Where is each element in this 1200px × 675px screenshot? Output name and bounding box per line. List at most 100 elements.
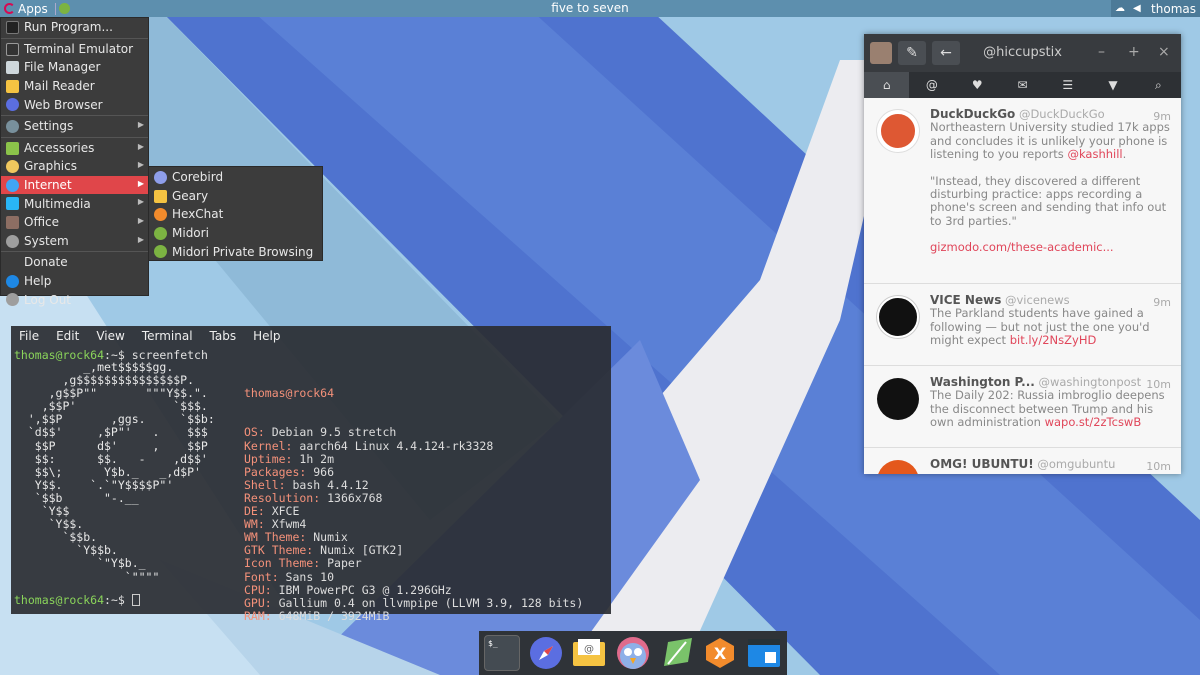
panel-separator <box>54 2 56 15</box>
back-button[interactable]: ← <box>932 41 960 65</box>
dock-browser-icon[interactable] <box>528 635 564 671</box>
menu-item-midori-private[interactable]: Midori Private Browsing <box>149 242 322 261</box>
maximize-icon[interactable]: + <box>1128 44 1140 60</box>
menu-item-graphics[interactable]: Graphics ▶ <box>1 157 148 176</box>
midori-launcher-icon[interactable] <box>58 3 70 14</box>
hexchat-icon <box>154 208 167 222</box>
tweet-link[interactable]: bit.ly/2NsZyHD <box>1010 333 1097 347</box>
compose-button[interactable]: ✎ <box>898 41 926 65</box>
tab-home[interactable]: ⌂ <box>864 72 910 98</box>
list-icon: ☰ <box>1062 78 1074 92</box>
corebird-window: ✎ ← @hiccupstix – + × ⌂ @ ♥ ✉ ☰ ▼ ⌕ Duck… <box>864 34 1181 474</box>
terminal-menu-terminal[interactable]: Terminal <box>142 329 193 343</box>
terminal-window[interactable]: File Edit View Terminal Tabs Help thomas… <box>11 326 611 622</box>
dock-hexchat-icon[interactable]: X <box>703 635 739 671</box>
tweet-link[interactable]: gizmodo.com/these-academic... <box>930 240 1114 254</box>
messages-icon: ✉ <box>1017 78 1028 92</box>
mention-link[interactable]: @kashhill <box>1067 147 1122 161</box>
system-tray: ☁ ◀ thomas <box>1111 0 1200 17</box>
debian-icon <box>4 3 15 14</box>
logout-icon <box>6 293 19 307</box>
tab-messages[interactable]: ✉ <box>1000 72 1045 98</box>
pencil-icon: ✎ <box>906 45 918 61</box>
browser-icon <box>6 98 19 112</box>
close-icon[interactable]: × <box>1158 44 1170 60</box>
dock-corebird-icon[interactable] <box>615 635 651 671</box>
tweet-washingtonpost[interactable]: Washington P... @washingtonpost 10m The … <box>864 366 1181 448</box>
corebird-tabs: ⌂ @ ♥ ✉ ☰ ▼ ⌕ <box>864 72 1181 98</box>
tab-lists[interactable]: ☰ <box>1045 72 1090 98</box>
omgubuntu-avatar[interactable] <box>877 460 919 474</box>
internet-submenu: Corebird Geary HexChat Midori Midori Pri… <box>148 166 323 261</box>
dock-terminal-icon[interactable]: $_ <box>484 635 520 671</box>
vice-news-avatar[interactable] <box>877 296 919 338</box>
washington-post-avatar[interactable] <box>877 378 919 420</box>
menu-item-accessories[interactable]: Accessories ▶ <box>1 139 148 158</box>
dock-notes-icon[interactable] <box>659 635 695 671</box>
tweet-duckduckgo[interactable]: DuckDuckGo @DuckDuckGo 9m Northeastern U… <box>864 98 1181 284</box>
terminal-menubar: File Edit View Terminal Tabs Help <box>11 326 611 347</box>
corebird-icon <box>154 171 167 184</box>
heart-icon: ♥ <box>971 78 983 92</box>
menu-item-help[interactable]: Help <box>1 272 148 291</box>
tab-favorites[interactable]: ♥ <box>955 72 1000 98</box>
tweet-vicenews[interactable]: VICE News @vicenews 9m The Parkland stud… <box>864 284 1181 366</box>
menu-item-donate[interactable]: Donate <box>1 253 148 272</box>
info-row: RAM: 648MiB / 3924MiB <box>244 608 390 623</box>
filter-icon: ▼ <box>1108 78 1118 92</box>
network-icon[interactable]: ☁ <box>1115 3 1129 14</box>
folder-icon <box>6 61 19 75</box>
geary-icon <box>154 189 167 203</box>
menu-item-corebird[interactable]: Corebird <box>149 168 322 187</box>
tab-search[interactable]: ⌕ <box>1136 72 1181 98</box>
apps-menu-button[interactable]: Apps <box>0 0 52 17</box>
menu-item-multimedia[interactable]: Multimedia ▶ <box>1 194 148 213</box>
top-panel: Apps five to seven ☁ ◀ thomas <box>0 0 1200 17</box>
menu-item-log-out[interactable]: Log Out <box>1 290 148 309</box>
terminal-menu-view[interactable]: View <box>96 329 124 343</box>
duckduckgo-avatar[interactable] <box>877 110 919 152</box>
minimize-icon[interactable]: – <box>1098 44 1105 60</box>
dock-window-icon[interactable] <box>746 635 782 671</box>
info-host: thomas@rock64 <box>244 386 335 401</box>
menu-item-run-program[interactable]: Run Program... <box>1 18 148 37</box>
office-icon <box>6 215 19 229</box>
search-icon: ⌕ <box>1154 77 1162 92</box>
menu-item-terminal[interactable]: Terminal Emulator <box>1 40 148 59</box>
menu-item-office[interactable]: Office ▶ <box>1 213 148 232</box>
menu-item-midori[interactable]: Midori <box>149 224 322 243</box>
tab-filters[interactable]: ▼ <box>1090 72 1135 98</box>
settings-icon <box>6 119 19 133</box>
menu-item-hexchat[interactable]: HexChat <box>149 205 322 224</box>
terminal-menu-edit[interactable]: Edit <box>56 329 79 343</box>
svg-text:@: @ <box>584 644 594 655</box>
terminal-output[interactable]: thomas@rock64:~$ screenfetch _,met$$$$$g… <box>11 347 611 622</box>
terminal-icon <box>6 42 19 56</box>
cloud-icon <box>6 178 19 192</box>
menu-item-settings[interactable]: Settings ▶ <box>1 117 148 136</box>
terminal-cursor <box>131 594 140 606</box>
terminal-menu-tabs[interactable]: Tabs <box>210 329 237 343</box>
palette-icon <box>6 160 19 174</box>
account-avatar[interactable] <box>870 42 892 64</box>
accessories-icon <box>6 141 19 155</box>
debian-ascii-logo: _,met$$$$$gg. ,g$$$$$$$$$$$$$$$P. ,g$$P"… <box>27 360 215 584</box>
terminal-menu-help[interactable]: Help <box>253 329 280 343</box>
terminal-menu-file[interactable]: File <box>19 329 39 343</box>
midori-private-icon <box>154 245 167 259</box>
menu-item-file-manager[interactable]: File Manager <box>1 58 148 77</box>
tweet-omgubuntu[interactable]: OMG! UBUNTU! @omgubuntu 10m <box>864 448 1181 474</box>
menu-item-mail-reader[interactable]: Mail Reader <box>1 77 148 96</box>
volume-icon[interactable]: ◀ <box>1133 3 1147 14</box>
dock-mail-icon[interactable]: @ <box>571 635 607 671</box>
prompt-line: thomas@rock64:~$ <box>14 593 140 607</box>
user-name[interactable]: thomas <box>1151 2 1196 16</box>
tab-mentions[interactable]: @ <box>909 72 954 98</box>
menu-item-system[interactable]: System ▶ <box>1 232 148 251</box>
home-icon: ⌂ <box>882 78 891 92</box>
mail-icon <box>6 79 19 93</box>
menu-item-web-browser[interactable]: Web Browser <box>1 95 148 114</box>
menu-item-internet[interactable]: Internet ▶ <box>1 175 148 195</box>
menu-item-geary[interactable]: Geary <box>149 187 322 206</box>
tweet-link[interactable]: wapo.st/2zTcswB <box>1045 415 1142 429</box>
